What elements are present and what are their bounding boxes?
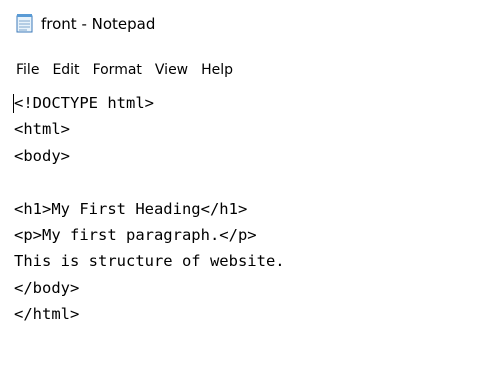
- title-bar[interactable]: front - Notepad: [0, 0, 499, 50]
- editor-line: <body>: [14, 146, 70, 165]
- editor-line: </html>: [14, 305, 80, 324]
- editor-content[interactable]: <!DOCTYPE html> <html> <body> <h1>My Fir…: [14, 90, 285, 328]
- editor-line: <html>: [14, 120, 70, 139]
- editor-line: </body>: [14, 278, 80, 297]
- text-editor[interactable]: <!DOCTYPE html> <html> <body> <h1>My Fir…: [0, 84, 499, 366]
- editor-line: This is structure of website.: [14, 252, 285, 271]
- window-title: front - Notepad: [41, 15, 156, 33]
- editor-line: <h1>My First Heading</h1>: [14, 199, 248, 218]
- editor-line: <p>My first paragraph.</p>: [14, 226, 257, 245]
- menu-bar: File Edit Format View Help: [0, 56, 499, 84]
- notepad-icon: [16, 13, 34, 33]
- menu-file[interactable]: File: [16, 59, 39, 81]
- menu-help[interactable]: Help: [201, 59, 233, 81]
- menu-view[interactable]: View: [155, 59, 188, 81]
- menu-format[interactable]: Format: [93, 59, 142, 81]
- editor-line: <!DOCTYPE html>: [14, 94, 154, 112]
- menu-edit[interactable]: Edit: [52, 59, 79, 81]
